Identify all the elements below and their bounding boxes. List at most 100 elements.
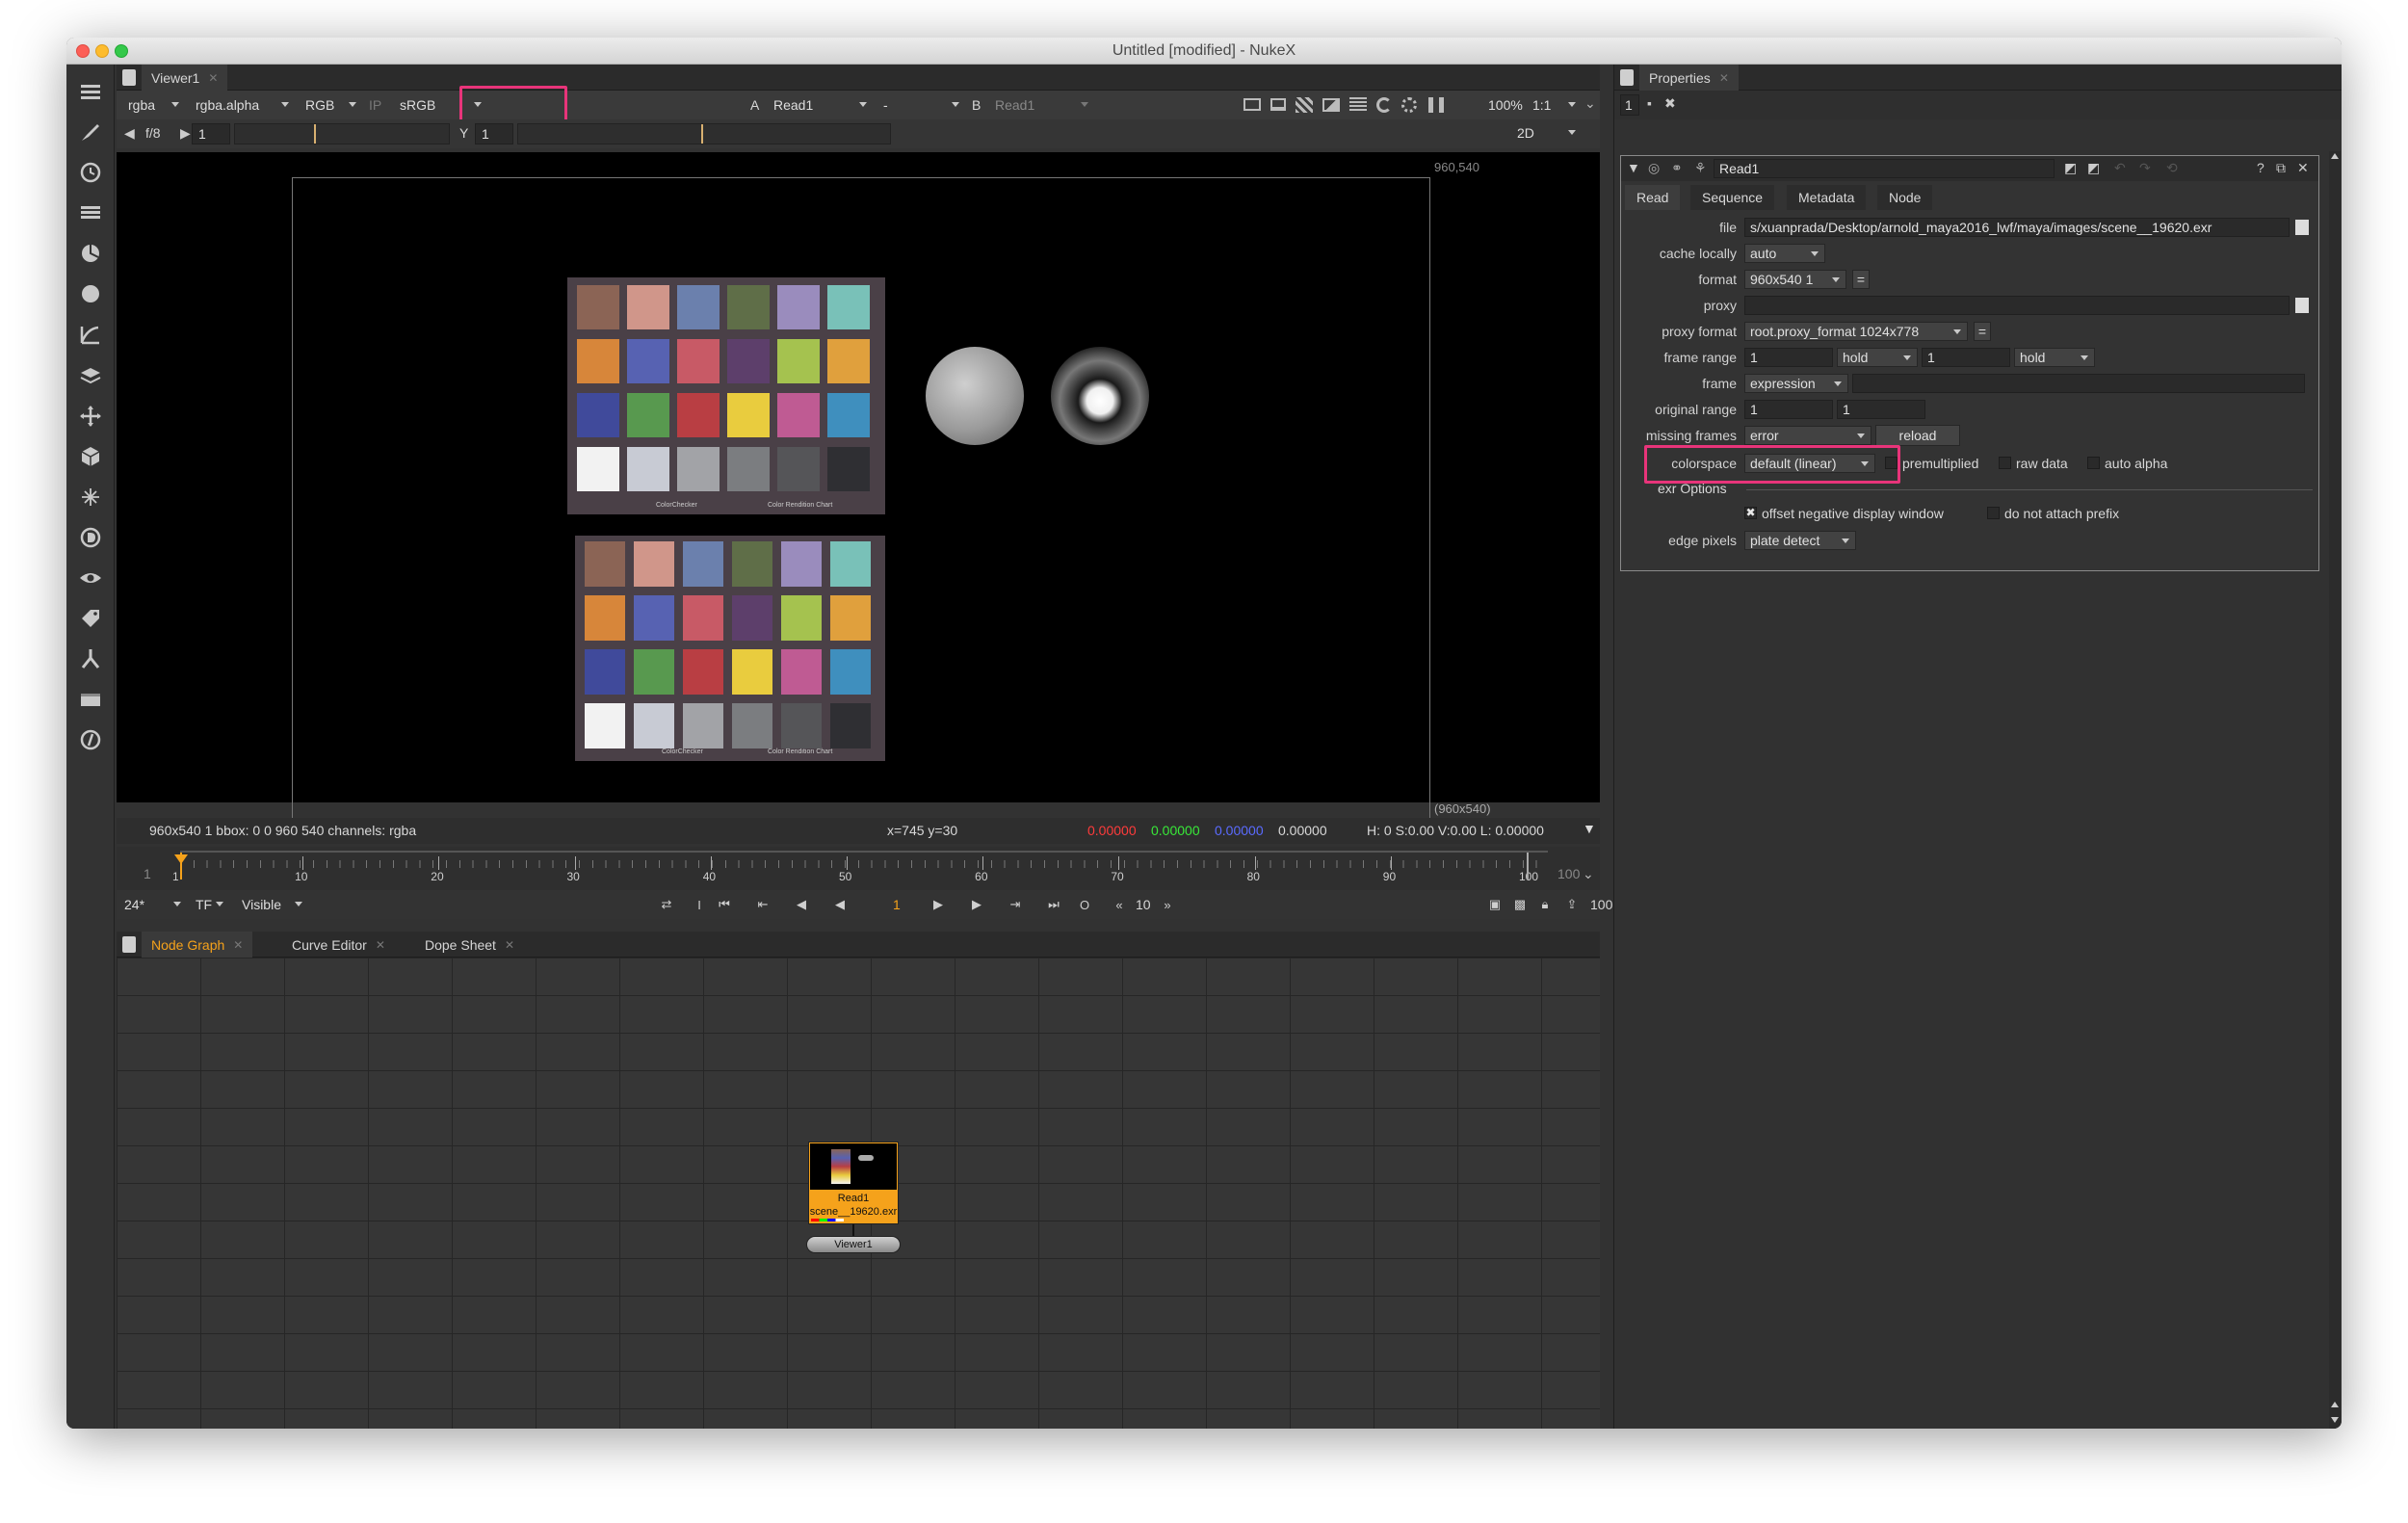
lock-icon[interactable]: 🔒︎: [1534, 894, 1556, 915]
max-panels-field[interactable]: 1: [1620, 94, 1639, 116]
cache-locally-dropdown[interactable]: auto: [1744, 244, 1825, 263]
timeline-track[interactable]: 1 10 20 30 40 50 60 70 80 90 100: [172, 851, 1548, 887]
before-dropdown[interactable]: hold: [1837, 348, 1918, 367]
out-point-button[interactable]: O: [1074, 894, 1095, 915]
proxy-format-edit-button[interactable]: =: [1974, 322, 1991, 341]
skip-back-icon[interactable]: «: [1109, 894, 1130, 915]
alpha-dropdown[interactable]: rgba.alpha: [190, 93, 294, 117]
input-a-dropdown[interactable]: Read1: [768, 93, 872, 117]
proxy-format-dropdown[interactable]: root.proxy_format 1024x778: [1744, 322, 1968, 341]
clock-icon[interactable]: [76, 158, 105, 187]
timeline-chevron-icon[interactable]: ⌄: [1583, 866, 1594, 882]
collapse-icon[interactable]: ▼: [1627, 160, 1640, 175]
last-frame-button[interactable]: ⏭: [1043, 894, 1064, 915]
raw-data-checkbox[interactable]: [1999, 457, 2011, 469]
status-menu-icon[interactable]: ▼: [1583, 821, 1596, 836]
zoom-dropdown[interactable]: 100%: [1482, 93, 1525, 117]
curve-icon[interactable]: [76, 321, 105, 350]
wipe-icon[interactable]: [1270, 98, 1286, 111]
ip-button[interactable]: IP: [369, 97, 381, 113]
gamma-slider[interactable]: [517, 123, 891, 144]
other-icon[interactable]: [76, 725, 105, 754]
tab-node[interactable]: Node: [1877, 185, 1933, 210]
close-panel-icon[interactable]: ✕: [2297, 160, 2309, 176]
node-graph[interactable]: Read1 scene__19620.exr Viewer1: [117, 958, 1600, 1429]
visible-dropdown[interactable]: Visible: [236, 893, 307, 916]
chevron-down-icon[interactable]: ⌄: [1584, 95, 1596, 112]
in-point-button[interactable]: I: [689, 894, 710, 915]
tools-icon[interactable]: [76, 644, 105, 673]
current-frame[interactable]: 1: [893, 897, 901, 912]
tab-properties[interactable]: Properties ✕: [1639, 65, 1739, 91]
scroll-down-icon[interactable]: [2331, 1417, 2339, 1423]
circle-icon[interactable]: [76, 279, 105, 308]
next-keyframe-button[interactable]: ⇥: [1005, 894, 1026, 915]
properties-scrollbar[interactable]: [2329, 151, 2341, 1429]
format-dropdown[interactable]: 960x540 1: [1744, 270, 1846, 289]
tab-read[interactable]: Read: [1625, 185, 1681, 210]
tab-node-graph[interactable]: Node Graph ✕: [142, 932, 253, 958]
skip-forward-icon[interactable]: »: [1157, 894, 1178, 915]
edge-pixels-dropdown[interactable]: plate detect: [1744, 531, 1856, 550]
scroll-up-icon-2[interactable]: [2331, 1402, 2339, 1407]
timeline[interactable]: 1 1 10 20 30 40 50 60 70 80 90 100 100 ⌄: [117, 847, 1600, 890]
color-wheel-icon[interactable]: [76, 239, 105, 268]
frame-mode-dropdown[interactable]: expression: [1744, 374, 1848, 393]
panel-icon[interactable]: [76, 685, 105, 714]
play-backward-button[interactable]: ◀: [829, 894, 851, 915]
original-range-end[interactable]: 1: [1837, 400, 1925, 419]
refresh-icon[interactable]: [1376, 97, 1392, 113]
eye-icon[interactable]: [76, 564, 105, 592]
particle-icon[interactable]: [76, 483, 105, 512]
float-icon[interactable]: ⧉: [2276, 160, 2286, 176]
lines-icon[interactable]: [1349, 97, 1367, 113]
ratio-dropdown[interactable]: 1:1: [1527, 93, 1581, 117]
clip-warning-icon[interactable]: [1296, 97, 1313, 113]
prev-proxy-icon[interactable]: ◀: [124, 125, 135, 142]
node-name-field[interactable]: Read1: [1714, 159, 2055, 178]
frame-range-end[interactable]: 1: [1922, 348, 2010, 367]
menu-icon[interactable]: [76, 78, 105, 107]
auto-alpha-checkbox[interactable]: [2087, 457, 2100, 469]
close-icon-5[interactable]: ✕: [1719, 71, 1729, 85]
transform-icon[interactable]: [76, 402, 105, 431]
node-color-icon[interactable]: ⚘: [1694, 160, 1707, 176]
view-mode-dropdown[interactable]: 2D: [1511, 121, 1581, 144]
display-channel-dropdown[interactable]: RGB: [300, 93, 361, 117]
paint-icon[interactable]: [76, 118, 105, 146]
fps-dropdown[interactable]: 24*: [118, 893, 186, 916]
step-forward-button[interactable]: ▶: [966, 894, 987, 915]
offset-negative-checkbox[interactable]: ✖: [1744, 507, 1757, 519]
after-dropdown[interactable]: hold: [2014, 348, 2095, 367]
panel-menu-icon-3[interactable]: [1620, 69, 1634, 86]
tab-curve-editor[interactable]: Curve Editor ✕: [282, 932, 395, 958]
frame-expression-field[interactable]: [1852, 374, 2305, 393]
close-icon-2[interactable]: ✕: [233, 938, 243, 952]
no-prefix-checkbox[interactable]: [1987, 507, 2000, 519]
viewer1-node[interactable]: Viewer1: [806, 1236, 901, 1253]
increment-value[interactable]: 10: [1136, 897, 1151, 912]
read1-node[interactable]: Read1 scene__19620.exr: [808, 1142, 899, 1224]
tab-viewer1[interactable]: Viewer1 ✕: [142, 65, 228, 91]
panel-menu-icon-2[interactable]: [122, 936, 136, 953]
step-back-button[interactable]: ◀: [791, 894, 812, 915]
panel-menu-icon[interactable]: [122, 69, 136, 86]
scroll-up-icon[interactable]: [2331, 153, 2339, 159]
viewer-canvas[interactable]: 960,540 (960x540) ColorChecker Color Ren…: [117, 152, 1600, 819]
input-b-dropdown[interactable]: Read1: [989, 93, 1093, 117]
settings-icon[interactable]: [1401, 97, 1417, 113]
roi-icon[interactable]: [1243, 98, 1261, 111]
first-frame-button[interactable]: ⏮: [714, 894, 735, 915]
proxy-res-label[interactable]: f/8: [145, 125, 161, 141]
original-range-start[interactable]: 1: [1744, 400, 1833, 419]
tf-dropdown[interactable]: TF: [190, 893, 228, 916]
pause-icon[interactable]: [1428, 97, 1444, 113]
play-forward-button[interactable]: ▶: [928, 894, 949, 915]
center-node-icon[interactable]: ◎: [1648, 160, 1660, 176]
sync-icon[interactable]: ⇄: [656, 894, 677, 915]
premultiplied-checkbox[interactable]: [1885, 457, 1898, 469]
close-icon-4[interactable]: ✕: [505, 938, 514, 952]
deep-icon[interactable]: [76, 523, 105, 552]
tab-metadata[interactable]: Metadata: [1787, 185, 1867, 210]
proxy-field[interactable]: [1744, 296, 2290, 315]
